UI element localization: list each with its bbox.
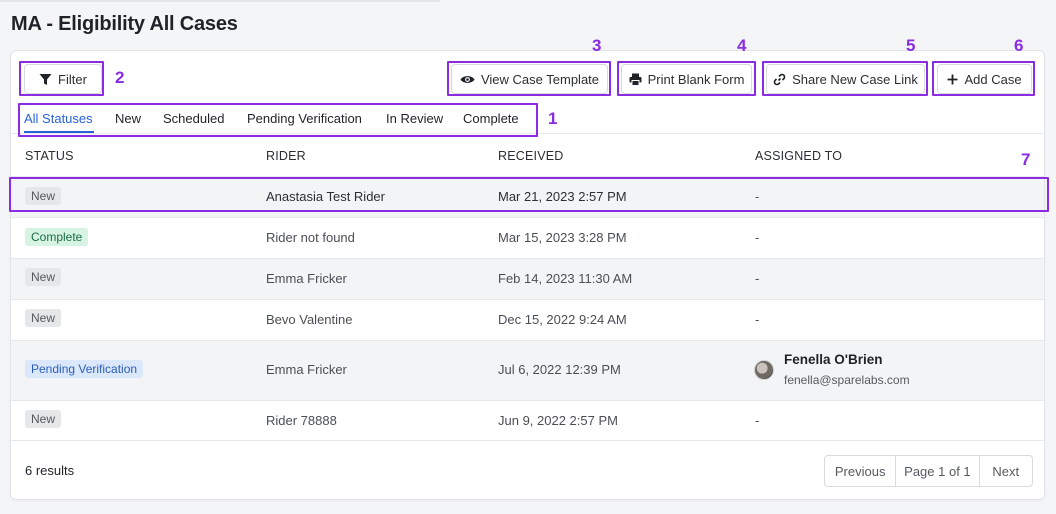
received-date: Dec 15, 2022 9:24 AM [498,312,627,327]
annotation-box-print-form [617,61,756,96]
received-date: Jul 6, 2022 12:39 PM [498,362,621,377]
rider-name: Emma Fricker [266,271,347,286]
top-divider [0,0,440,2]
assignee-email: fenella@sparelabs.com [784,373,910,387]
annotation-number: 2 [115,68,125,87]
annotation-number: 5 [906,36,916,55]
assigned-to: - [755,312,760,327]
annotation-number: 7 [1021,150,1031,169]
page-indicator: Page 1 of 1 [896,456,980,486]
status-badge: Pending Verification [25,360,144,378]
assigned-to: - [755,271,760,286]
next-button[interactable]: Next [980,456,1032,486]
footer-divider [11,440,1044,441]
status-badge: New [25,309,62,327]
assigned-to: - [755,230,760,245]
received-date: Feb 14, 2023 11:30 AM [498,271,633,286]
annotation-box-share-link [762,61,928,96]
status-badge: New [25,268,62,286]
received-date: Jun 9, 2022 2:57 PM [498,413,618,428]
rider-name: Rider not found [266,230,355,245]
status-badge: Complete [25,228,89,246]
annotation-box-filter [19,61,104,96]
annotation-number: 1 [548,109,558,128]
status-badge: New [25,410,62,428]
header-rider[interactable]: RIDER [266,149,306,163]
annotation-box-tabs [18,103,538,137]
annotation-box-first-row [9,177,1049,212]
rider-name: Bevo Valentine [266,312,353,327]
results-count: 6 results [25,463,75,478]
avatar [754,360,774,380]
annotation-box-add-case [932,61,1035,96]
assigned-to: - [755,413,760,428]
rider-name: Emma Fricker [266,362,347,377]
header-status[interactable]: STATUS [25,149,74,163]
header-received[interactable]: RECEIVED [498,149,564,163]
received-date: Mar 15, 2023 3:28 PM [498,230,627,245]
annotation-number: 6 [1014,36,1024,55]
assignee-name: Fenella O'Brien [784,352,883,367]
header-assigned-to[interactable]: ASSIGNED TO [755,149,842,163]
page-title: MA - Eligibility All Cases [11,13,238,35]
pagination: Previous Page 1 of 1 Next [824,455,1033,487]
rider-name: Rider 78888 [266,413,337,428]
annotation-number: 3 [592,36,602,55]
previous-button[interactable]: Previous [825,456,897,486]
annotation-number: 4 [737,36,747,55]
annotation-box-view-template [447,61,611,96]
